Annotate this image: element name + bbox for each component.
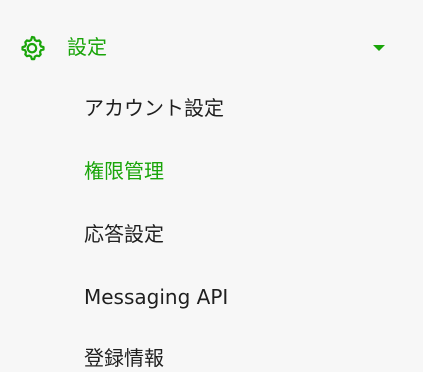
menu-item-permissions[interactable]: 権限管理 xyxy=(84,157,164,185)
menu-item-account-settings[interactable]: アカウント設定 xyxy=(84,94,224,122)
sidebar-menu: 設定 アカウント設定 権限管理 応答設定 Messaging API 登録情報 xyxy=(0,0,423,370)
settings-submenu: アカウント設定 権限管理 応答設定 Messaging API 登録情報 xyxy=(0,74,423,370)
caret-down-icon[interactable] xyxy=(373,45,385,51)
settings-section-label: 設定 xyxy=(67,35,107,59)
menu-item-registration-info[interactable]: 登録情報 xyxy=(84,344,164,372)
menu-item-messaging-api[interactable]: Messaging API xyxy=(84,283,228,311)
menu-item-response-settings[interactable]: 応答設定 xyxy=(84,220,164,248)
gear-icon xyxy=(21,35,45,61)
settings-section-header[interactable]: 設定 xyxy=(0,20,423,74)
